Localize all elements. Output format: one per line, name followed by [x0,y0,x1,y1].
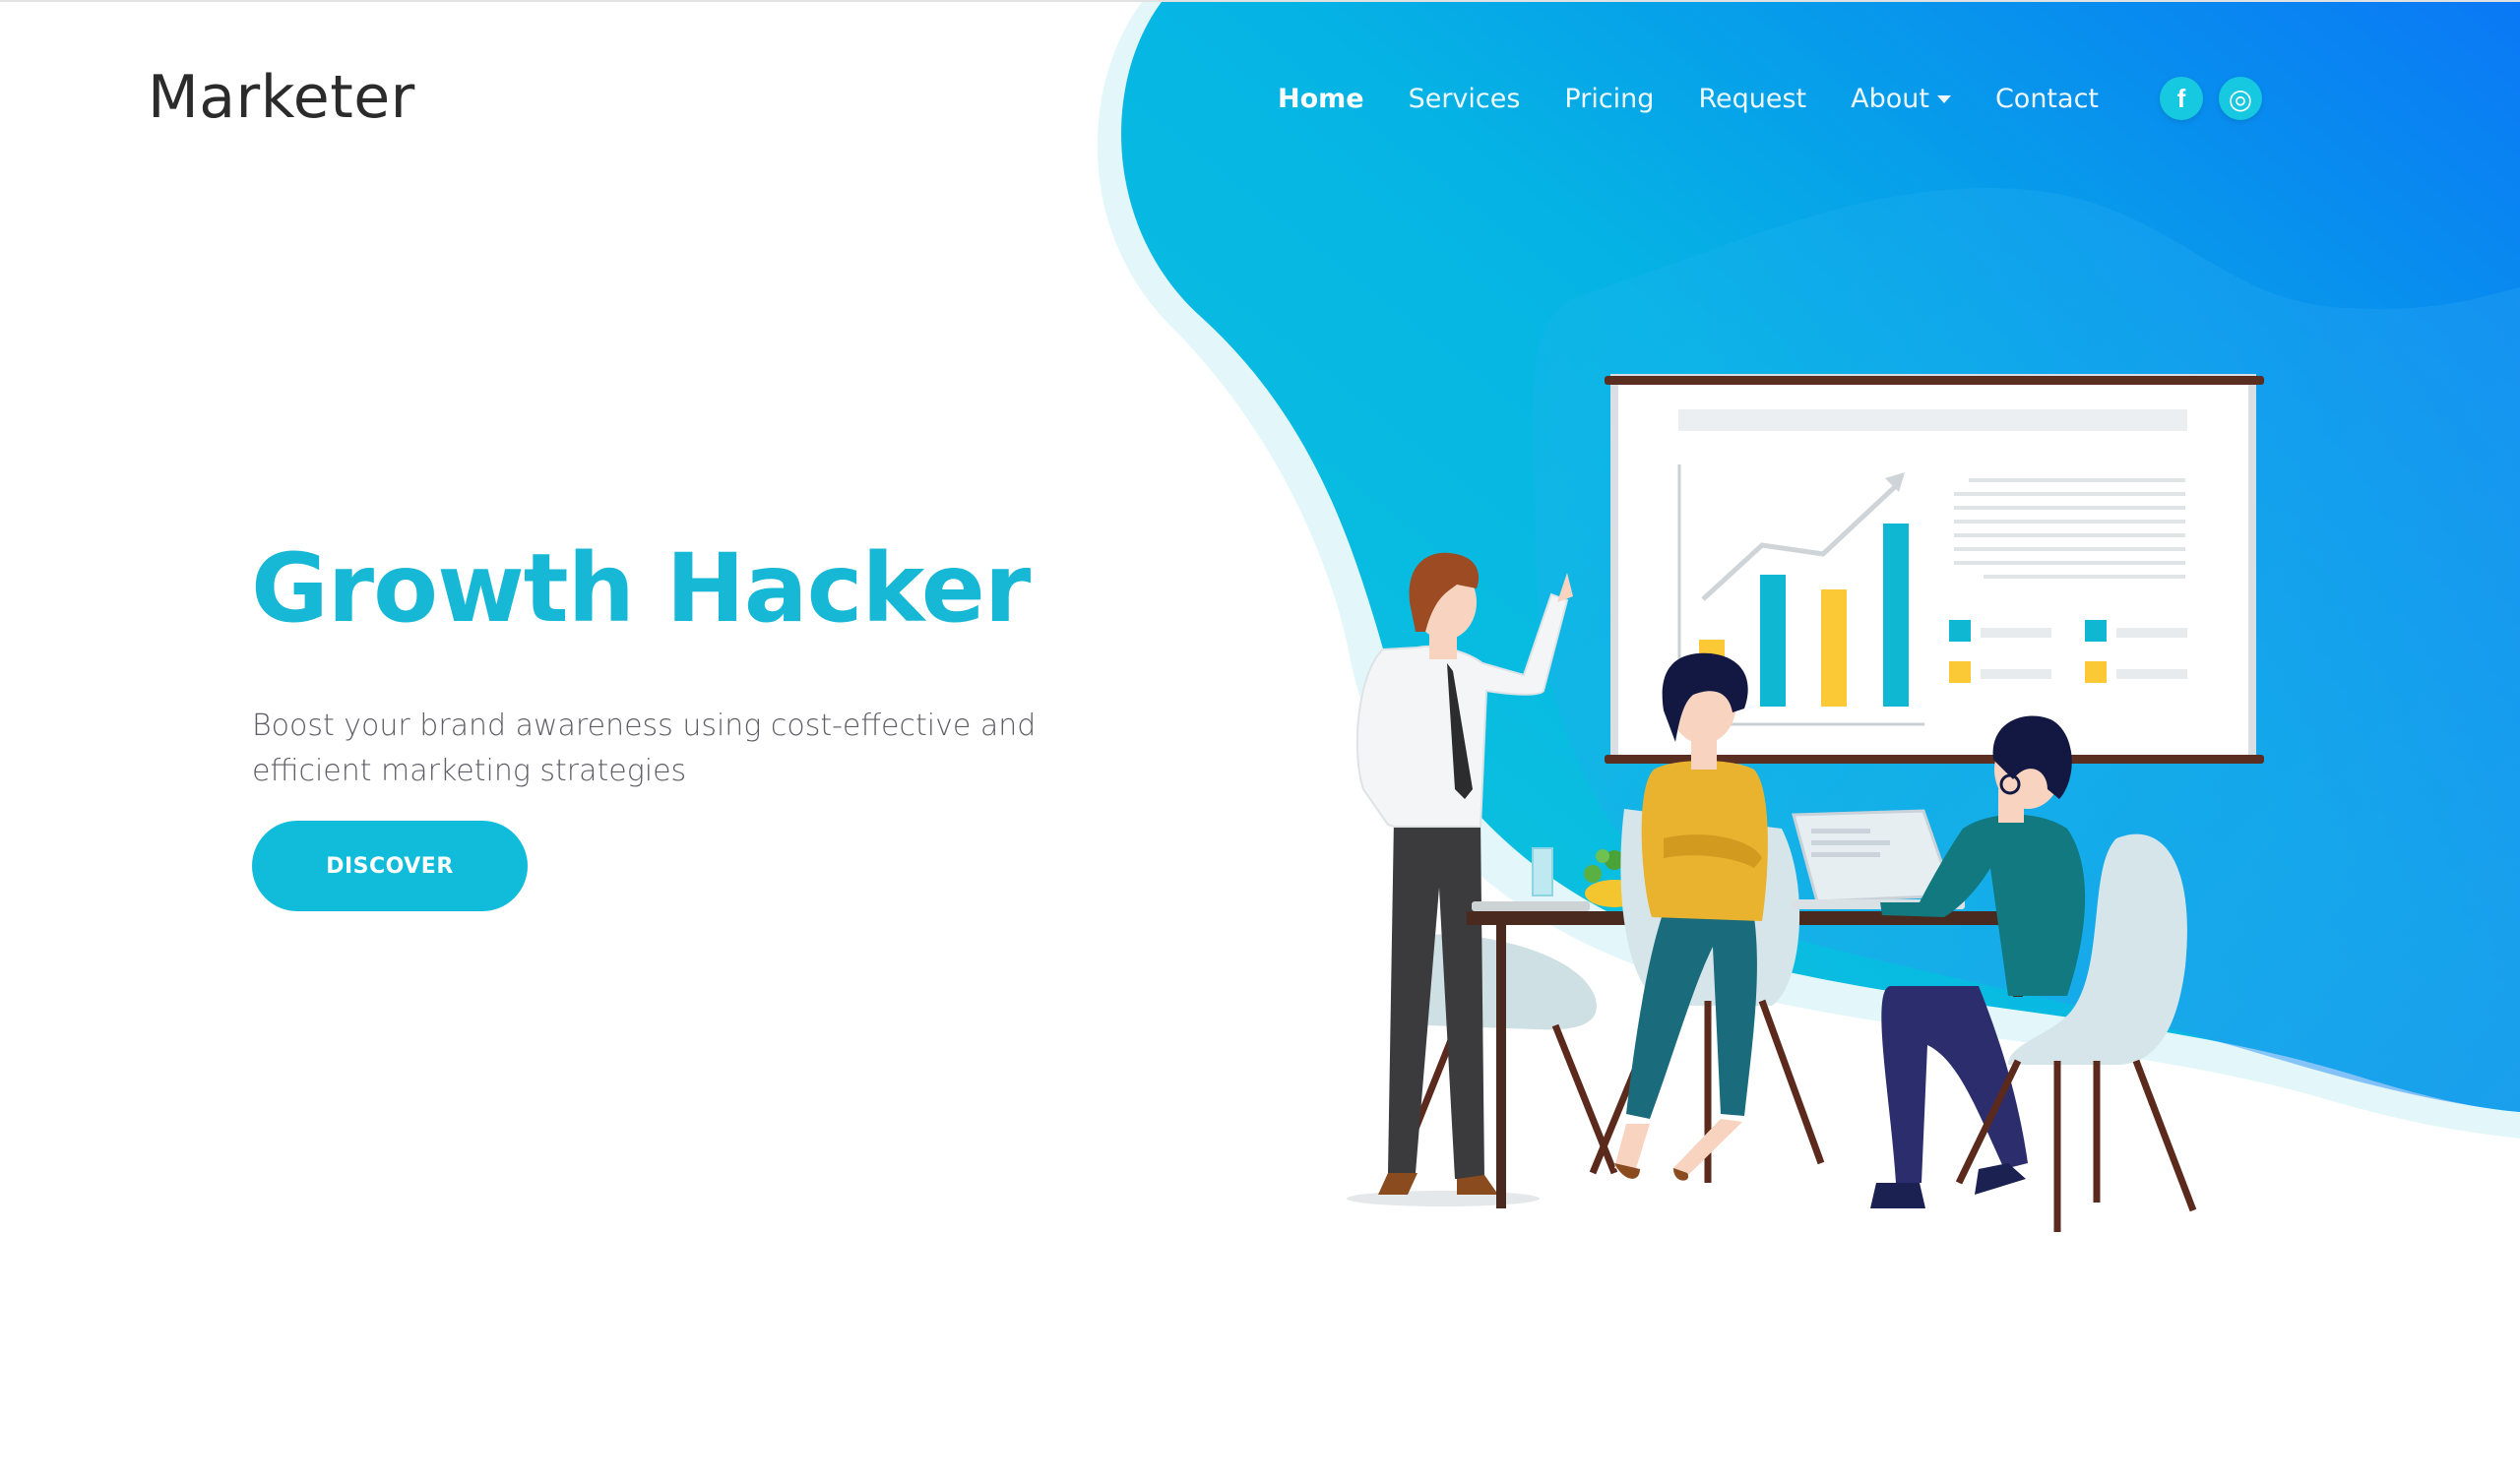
facebook-icon[interactable]: f [2160,77,2203,120]
nav-services[interactable]: Services [1409,84,1521,114]
instagram-icon[interactable]: ◎ [2219,77,2262,120]
nav-about[interactable]: About [1851,84,1951,114]
chevron-down-icon [1936,95,1951,103]
discover-button[interactable]: DISCOVER [252,821,528,911]
nav-contact[interactable]: Contact [1995,84,2099,114]
hero-title: Growth Hacker [251,533,1031,644]
social-links: f ◎ [2144,77,2262,120]
brand-logo[interactable]: Marketer [148,63,415,132]
nav-about-label: About [1851,83,1929,114]
landing-page: Marketer Home Services Pricing Request A… [0,0,2520,1481]
nav-home[interactable]: Home [1278,84,1364,114]
hero-subtitle: Boost your brand awareness using cost-ef… [252,709,1037,788]
main-nav: Home Services Pricing Request About Cont… [1233,77,2262,120]
nav-request[interactable]: Request [1698,84,1806,114]
nav-pricing[interactable]: Pricing [1564,84,1654,114]
